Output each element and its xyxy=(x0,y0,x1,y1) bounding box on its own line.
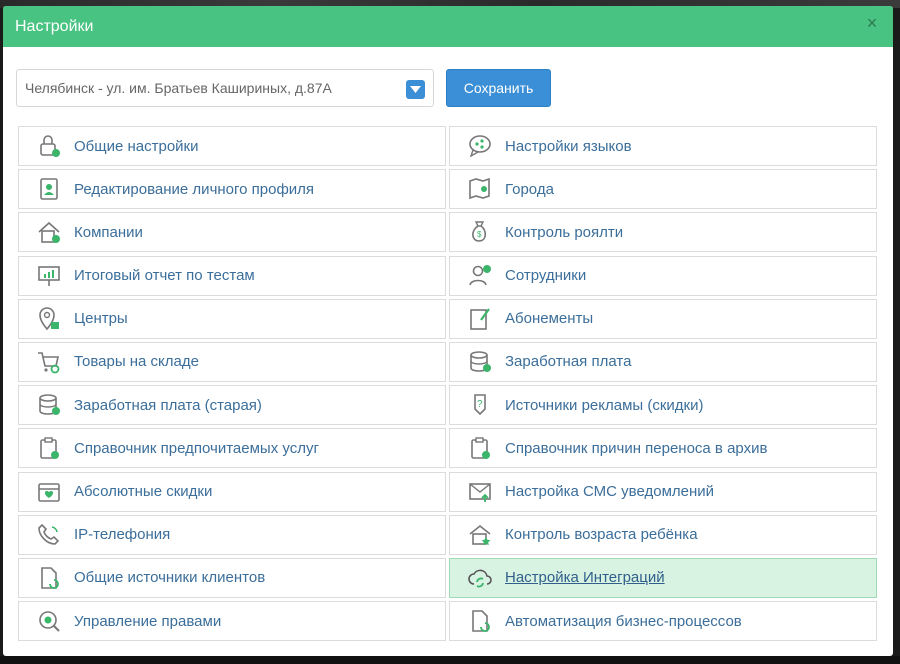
settings-menu-item[interactable]: Заработная плата (старая) xyxy=(18,385,446,426)
save-button[interactable]: Сохранить xyxy=(446,69,551,107)
question-tag-icon: ? xyxy=(467,392,505,418)
settings-menu-item-label: Города xyxy=(505,180,554,198)
settings-menu-item[interactable]: Настройки языков xyxy=(449,126,877,166)
calendar-heart-icon xyxy=(36,479,74,505)
settings-menu-left-column: Общие настройки Редактирование личного пр… xyxy=(18,126,446,644)
settings-menu-item[interactable]: Справочник предпочитаемых услуг xyxy=(18,428,446,469)
user-add-icon xyxy=(467,263,505,289)
settings-menu-right-column: Настройки языков Города $ Контроль роялти Со… xyxy=(449,126,877,644)
lock-settings-icon xyxy=(36,133,74,159)
settings-menu-item-label: Настройка СМС уведомлений xyxy=(505,483,715,500)
settings-menu-grid: Общие настройки Редактирование личного пр… xyxy=(18,126,878,644)
settings-menu-item[interactable]: Итоговый отчет по тестам xyxy=(18,255,446,296)
settings-menu-item-label: Контроль роялти xyxy=(505,223,624,241)
coins-stack-icon xyxy=(36,392,74,418)
settings-menu-item-label: Абсолютные скидки xyxy=(74,483,213,500)
money-bag-icon: $ xyxy=(467,219,505,245)
profile-card-icon xyxy=(36,176,74,202)
settings-menu-item[interactable]: Товары на складе xyxy=(18,341,446,382)
settings-menu-item-label: Общие источники клиентов xyxy=(74,569,266,587)
settings-menu-item-label: IP-телефония xyxy=(74,526,171,544)
settings-menu-item-label: Источники рекламы (скидки) xyxy=(505,396,704,414)
location-select[interactable]: Челябинск - ул. им. Братьев Кашириных, д… xyxy=(16,69,434,107)
document-refresh-icon xyxy=(36,565,74,591)
chevron-down-icon[interactable] xyxy=(406,80,425,99)
settings-menu-item[interactable]: Контроль возраста ребёнка xyxy=(449,514,877,555)
settings-menu-item[interactable]: Общие источники клиентов xyxy=(18,557,446,598)
settings-menu-item[interactable]: Общие настройки xyxy=(18,126,446,166)
dialog-header: Настройки × xyxy=(3,6,893,47)
settings-menu-item-label: Компании xyxy=(74,223,143,241)
cloud-sync-icon xyxy=(467,565,505,591)
settings-menu-item[interactable]: Редактирование личного профиля xyxy=(18,169,446,210)
settings-menu-item-label: Итоговый отчет по тестам xyxy=(74,267,255,285)
clipboard-check-icon xyxy=(36,435,74,461)
settings-menu-item-label: Центры xyxy=(74,310,128,328)
svg-text:?: ? xyxy=(477,399,483,410)
eye-target-icon xyxy=(36,608,74,634)
settings-menu-item[interactable]: Сотрудники xyxy=(449,255,877,296)
settings-menu-item-label: Заработная плата (старая) xyxy=(74,396,262,414)
background-strip-bottom xyxy=(0,656,900,664)
settings-menu-item[interactable]: Абонементы xyxy=(449,298,877,339)
clipboard-check-icon xyxy=(467,435,505,461)
svg-text:$: $ xyxy=(477,230,482,239)
settings-menu-item[interactable]: ? Источники рекламы (скидки) xyxy=(449,385,877,426)
settings-menu-item[interactable]: Абсолютные скидки xyxy=(18,471,446,512)
settings-menu-item[interactable]: $ Контроль роялти xyxy=(449,212,877,253)
building-icon xyxy=(36,219,74,245)
settings-menu-item-label: Абонементы xyxy=(505,310,594,328)
settings-menu-item-label: Общие настройки xyxy=(74,137,199,155)
chat-share-icon xyxy=(467,133,505,159)
envelope-icon xyxy=(467,479,505,505)
house-star-icon xyxy=(467,522,505,548)
settings-menu-item[interactable]: Справочник причин переноса в архив xyxy=(449,428,877,469)
dialog-title: Настройки xyxy=(15,17,94,35)
settings-menu-item[interactable]: Автоматизация бизнес-процессов xyxy=(449,601,877,642)
phone-icon xyxy=(36,522,74,548)
settings-menu-item[interactable]: Города xyxy=(449,169,877,210)
settings-menu-item[interactable]: Центры xyxy=(18,298,446,339)
close-icon[interactable]: × xyxy=(865,14,879,32)
coins-stack-icon xyxy=(467,349,505,375)
settings-menu-item-label: Контроль возраста ребёнка xyxy=(505,526,698,544)
settings-dialog: Настройки × Челябинск - ул. им. Братьев … xyxy=(3,6,893,656)
settings-menu-item[interactable]: Заработная плата xyxy=(449,341,877,382)
map-pin-icon xyxy=(467,176,505,202)
settings-menu-item-label: Заработная плата xyxy=(505,353,632,371)
settings-menu-item-label: Редактирование личного профиля xyxy=(74,180,315,198)
settings-menu-item[interactable]: IP-телефония xyxy=(18,514,446,555)
toolbar: Челябинск - ул. им. Братьев Кашириных, д… xyxy=(16,69,551,107)
settings-menu-item[interactable]: Компании xyxy=(18,212,446,253)
document-refresh-icon xyxy=(467,608,505,634)
settings-menu-item-label: Автоматизация бизнес-процессов xyxy=(505,612,742,630)
location-select-value: Челябинск - ул. им. Братьев Кашириных, д… xyxy=(25,80,332,96)
settings-menu-item-label: Настройка Интеграций xyxy=(505,569,665,587)
cart-search-icon xyxy=(36,349,74,375)
settings-menu-item-label: Справочник причин переноса в архив xyxy=(505,439,768,457)
settings-menu-item-label: Управление правами xyxy=(74,612,222,630)
settings-menu-item-label: Справочник предпочитаемых услуг xyxy=(74,439,319,457)
location-pin-icon xyxy=(36,306,74,332)
document-edit-icon xyxy=(467,306,505,332)
settings-menu-item-label: Товары на складе xyxy=(74,353,199,371)
settings-menu-item-label: Настройки языков xyxy=(505,137,632,155)
presentation-chart-icon xyxy=(36,263,74,289)
settings-menu-item-label: Сотрудники xyxy=(505,267,587,285)
settings-menu-item[interactable]: Управление правами xyxy=(18,601,446,642)
settings-menu-item[interactable]: Настройка СМС уведомлений xyxy=(449,471,877,512)
settings-menu-item[interactable]: Настройка Интеграций xyxy=(449,557,877,598)
